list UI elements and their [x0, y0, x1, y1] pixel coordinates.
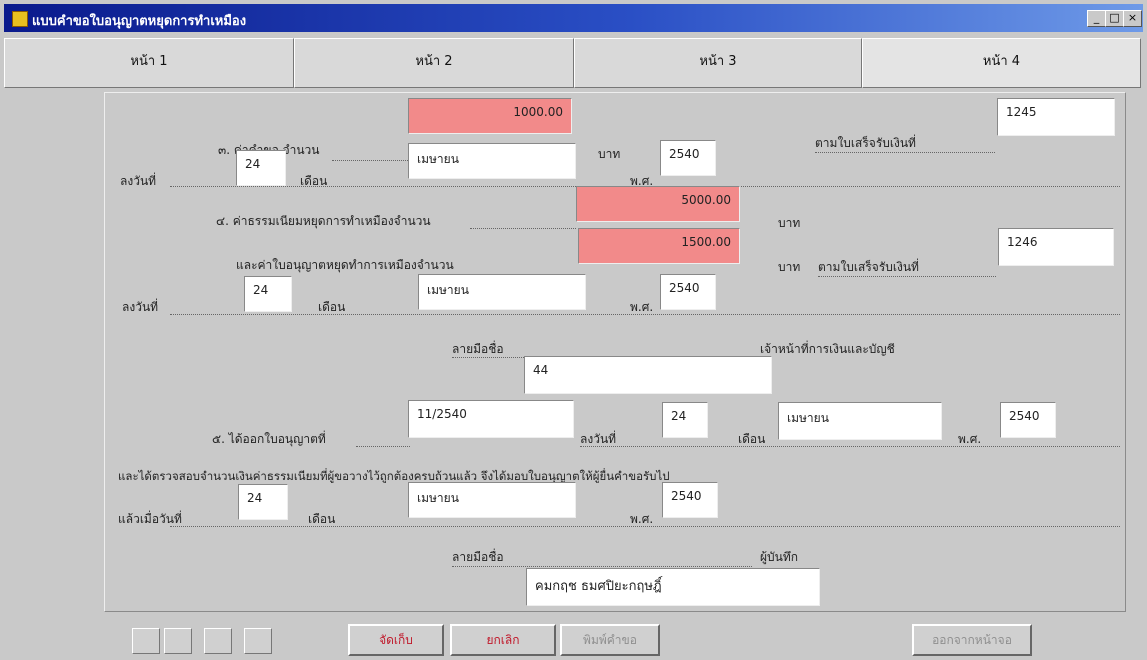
close-button[interactable]: ×: [1123, 10, 1142, 27]
registration-baht-label: บาท: [778, 216, 801, 230]
window-title: แบบคำขอใบอนุญาตหยุดการทำเหมือง: [32, 14, 247, 29]
permit-issued-label: ๕. ได้ออกใบอนุญาตที่: [212, 432, 326, 446]
month-label-3: เดือน: [738, 432, 766, 446]
permit-baht-label: บาท: [778, 260, 801, 274]
minimize-button[interactable]: _: [1087, 10, 1106, 27]
registration-fee-field[interactable]: 5000.00: [576, 186, 740, 222]
last-record-button[interactable]: [244, 628, 272, 654]
permit-number-field[interactable]: 11/2540: [408, 400, 574, 438]
year-field-2[interactable]: 2540: [660, 274, 716, 310]
recorder-signature-field[interactable]: คมกฤช ธมศปิยะกฤษฎิ์: [526, 568, 820, 606]
year-label-3: พ.ศ.: [958, 432, 982, 446]
tab-page-4[interactable]: หน้า 4: [862, 38, 1141, 88]
receipt-label-1: ตามใบเสร็จรับเงินที่: [815, 136, 916, 150]
dotted-line: [818, 276, 996, 277]
day-field-4[interactable]: 24: [238, 484, 288, 520]
permit-fee-label: และค่าใบอนุญาตหยุดทำการเหมืองจำนวน: [236, 258, 454, 272]
dotted-line: [815, 152, 995, 153]
print-button[interactable]: พิมพ์คำขอ: [560, 624, 660, 656]
exit-button[interactable]: ออกจากหน้าจอ: [912, 624, 1032, 656]
dotted-line: [356, 446, 410, 447]
finance-officer-label: เจ้าหน้าที่การเงินและบัญชี: [760, 342, 895, 356]
application-window: แบบคำขอใบอนุญาตหยุดการทำเหมือง _ □ × หน้…: [0, 0, 1147, 660]
date-label-2: ลงวันที่: [122, 300, 159, 314]
verification-statement: และได้ตรวจสอบจำนวนเงินค่าธรรมเนียมที่ผู้…: [118, 469, 670, 483]
registration-fee-label: ๔. ค่าธรรมเนียมหยุดการทำเหมืองจำนวน: [216, 214, 431, 228]
year-label-4: พ.ศ.: [630, 512, 654, 526]
month-field-1[interactable]: เมษายน: [408, 143, 576, 179]
day-field-2[interactable]: 24: [244, 276, 292, 312]
day-field-3[interactable]: 24: [662, 402, 708, 438]
recorder-label: ผู้บันทึก: [760, 550, 799, 564]
month-label-4: เดือน: [308, 512, 336, 526]
month-field-3[interactable]: เมษายน: [778, 402, 942, 440]
title-bar[interactable]: แบบคำขอใบอนุญาตหยุดการทำเหมือง _ □ ×: [4, 4, 1143, 32]
month-field-4[interactable]: เมษายน: [408, 482, 576, 518]
app-icon: [12, 11, 28, 27]
month-label-2: เดือน: [318, 300, 346, 314]
year-field-1[interactable]: 2540: [660, 140, 716, 176]
dotted-line: [470, 228, 576, 229]
dotted-line: [332, 160, 408, 161]
save-button[interactable]: จัดเก็บ: [348, 624, 444, 656]
tab-page-1[interactable]: หน้า 1: [4, 38, 294, 88]
month-label-1: เดือน: [300, 174, 328, 188]
receipt-number-field-2[interactable]: 1246: [998, 228, 1114, 266]
next-record-button[interactable]: [204, 628, 232, 654]
signature-label-2: ลายมือชื่อ: [452, 550, 504, 564]
fee-amount-field[interactable]: 1000.00: [408, 98, 572, 134]
tab-page-2[interactable]: หน้า 2: [294, 38, 574, 88]
receipt-label-2: ตามใบเสร็จรับเงินที่: [818, 260, 919, 274]
year-label-2: พ.ศ.: [630, 300, 654, 314]
date-label-1: ลงวันที่: [120, 174, 157, 188]
tab-page-3[interactable]: หน้า 3: [574, 38, 862, 88]
year-field-3[interactable]: 2540: [1000, 402, 1056, 438]
dotted-line: [580, 446, 1120, 447]
finance-signature-field[interactable]: 44: [524, 356, 772, 394]
day-field-1[interactable]: 24: [236, 150, 286, 186]
permit-fee-field[interactable]: 1500.00: [578, 228, 740, 264]
year-field-4[interactable]: 2540: [662, 482, 718, 518]
cancel-button[interactable]: ยกเลิก: [450, 624, 556, 656]
fee-baht-label: บาท: [598, 147, 621, 161]
previous-record-button[interactable]: [164, 628, 192, 654]
receipt-number-field-1[interactable]: 1245: [997, 98, 1115, 136]
maximize-button[interactable]: □: [1105, 10, 1124, 27]
dotted-line: [452, 566, 752, 567]
first-record-button[interactable]: [132, 628, 160, 654]
month-field-2[interactable]: เมษายน: [418, 274, 586, 310]
